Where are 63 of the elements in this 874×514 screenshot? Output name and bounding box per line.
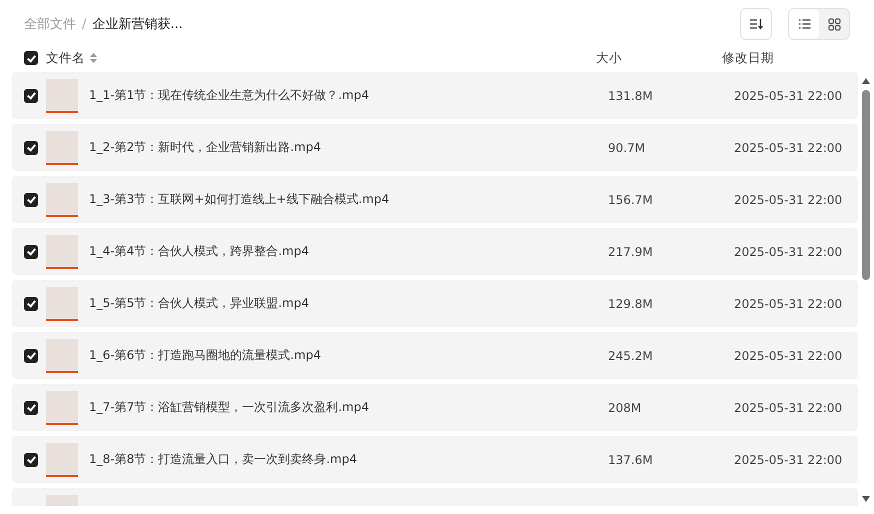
file-name: 1_4-第4节：合伙人模式，跨界整合.mp4 bbox=[89, 243, 309, 260]
file-row[interactable]: 1_8-第8节：打造流量入口，卖一次到卖终身.mp4 137.6M 2025-05-31 22:00 bbox=[12, 436, 858, 483]
file-row[interactable]: 1_4-第4节：合伙人模式，跨界整合.mp4 217.9M 2025-05-31 22:00 bbox=[12, 228, 858, 275]
file-name: 1_1-第1节：现在传统企业生意为什么不好做？.mp4 bbox=[89, 87, 369, 104]
column-header[interactable]: 文件名 bbox=[46, 50, 85, 66]
checkbox[interactable] bbox=[24, 51, 38, 65]
checkbox[interactable] bbox=[24, 348, 38, 362]
column-header: 修改日期 bbox=[722, 50, 774, 66]
file-size: 217.9M bbox=[608, 244, 653, 258]
file-name: 1_5-第5节：合伙人模式，异业联盟.mp4 bbox=[89, 295, 309, 312]
modified-date: 2025-05-31 22:00 bbox=[734, 192, 842, 206]
thumbnail-placeholder bbox=[46, 286, 78, 320]
thumbnail-placeholder bbox=[46, 78, 78, 112]
file-row[interactable]: 1_6-第6节：打造跑马圈地的流量模式.mp4 245.2M 2025-05-31 22:00 bbox=[12, 332, 858, 379]
file-name: 1_3-第3节：互联网+如何打造线上+线下融合模式.mp4 bbox=[89, 191, 390, 208]
thumbnail-placeholder bbox=[46, 182, 78, 216]
column-header: 大小 bbox=[596, 50, 622, 66]
modified-date: 2025-05-31 22:00 bbox=[734, 296, 842, 310]
checkbox[interactable] bbox=[24, 192, 38, 206]
sort-icon[interactable] bbox=[90, 53, 97, 63]
scrollbar-thumb[interactable] bbox=[862, 90, 870, 280]
file-size: 245.2M bbox=[608, 348, 653, 362]
file-size: 156.7M bbox=[608, 192, 653, 206]
scroll-up-icon[interactable] bbox=[862, 78, 870, 84]
checkbox[interactable] bbox=[24, 244, 38, 258]
scroll-down-icon[interactable] bbox=[862, 496, 870, 502]
breadcrumb-item: 企业新营销获... bbox=[92, 16, 183, 33]
file-size: 90.7M bbox=[608, 140, 646, 154]
modified-date: 2025-05-31 22:00 bbox=[734, 140, 842, 154]
checkbox[interactable] bbox=[24, 400, 38, 414]
list-view-icon bbox=[798, 18, 810, 30]
modified-date: 2025-05-31 22:00 bbox=[734, 348, 842, 362]
file-row[interactable]: 1_7-第7节：浴缸营销模型，一次引流多次盈利.mp4 208M 2025-05-31 22:00 bbox=[12, 384, 858, 431]
file-row[interactable]: 1_3-第3节：互联网+如何打造线上+线下融合模式.mp4 156.7M 2025-05-31 22:00 bbox=[12, 176, 858, 223]
file-size: 129.8M bbox=[608, 296, 653, 310]
file-row[interactable]: 1_1-第1节：现在传统企业生意为什么不好做？.mp4 131.8M 2025-05-31 22:00 bbox=[12, 72, 858, 119]
thumbnail-placeholder bbox=[46, 390, 78, 424]
modified-date: 2025-05-31 22:00 bbox=[734, 452, 842, 466]
grid-view-icon bbox=[828, 18, 840, 30]
breadcrumb-separator: / bbox=[82, 16, 86, 32]
file-size: 208M bbox=[608, 400, 642, 414]
file-size: 131.8M bbox=[608, 88, 653, 102]
file-size: 137.6M bbox=[608, 452, 653, 466]
file-name: 1_6-第6节：打造跑马圈地的流量模式.mp4 bbox=[89, 347, 321, 364]
list-view-button[interactable] bbox=[789, 9, 819, 39]
sort-button[interactable] bbox=[740, 8, 772, 40]
modified-date: 2025-05-31 22:00 bbox=[734, 400, 842, 414]
file-name: 1_8-第8节：打造流量入口，卖一次到卖终身.mp4 bbox=[89, 451, 357, 468]
modified-date: 2025-05-31 22:00 bbox=[734, 88, 842, 102]
modified-date: 2025-05-31 22:00 bbox=[734, 244, 842, 258]
thumbnail-placeholder bbox=[46, 234, 78, 268]
thumbnail-placeholder bbox=[46, 442, 78, 476]
checkbox[interactable] bbox=[24, 296, 38, 310]
file-name: 1_7-第7节：浴缸营销模型，一次引流多次盈利.mp4 bbox=[89, 399, 369, 416]
file-row[interactable]: 1_5-第5节：合伙人模式，异业联盟.mp4 129.8M 2025-05-31 22:00 bbox=[12, 280, 858, 327]
file-name: 1_2-第2节：新时代，企业营销新出路.mp4 bbox=[89, 139, 321, 156]
thumbnail-placeholder bbox=[46, 338, 78, 372]
checkbox[interactable] bbox=[24, 452, 38, 466]
checkbox[interactable] bbox=[24, 88, 38, 102]
file-row[interactable]: 1_2-第2节：新时代，企业营销新出路.mp4 90.7M 2025-05-31 22:00 bbox=[12, 124, 858, 171]
checkbox[interactable] bbox=[24, 140, 38, 154]
sort-icon bbox=[749, 18, 763, 30]
thumbnail-placeholder bbox=[46, 130, 78, 164]
